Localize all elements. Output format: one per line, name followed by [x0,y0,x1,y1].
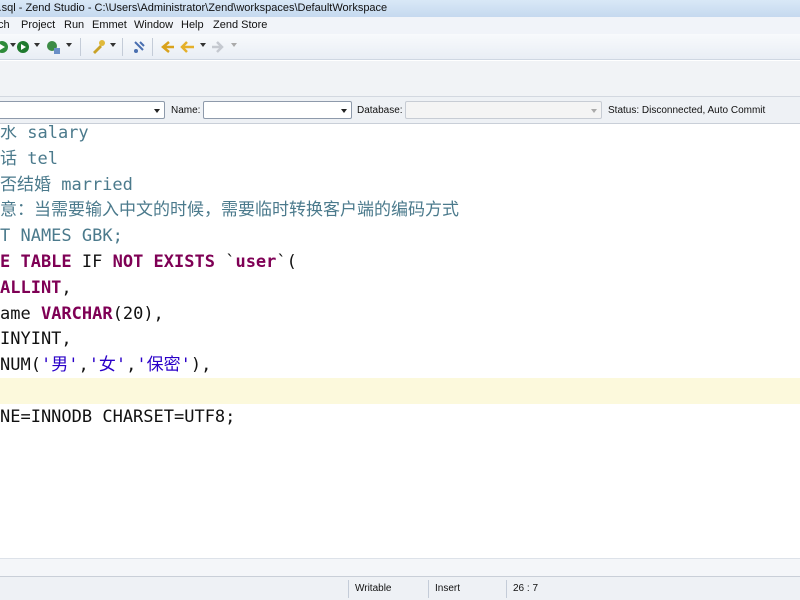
status-cursor-position: 26 : 7 [506,580,596,598]
code-token: ), [190,355,212,376]
code-token: '女' [88,355,127,376]
code-token: NE=INNODB CHARSET=UTF8; [0,406,236,427]
debug-icon[interactable] [15,39,31,55]
sql-connection-bar: Name: Database: Status: Disconnected, Au… [0,97,800,124]
next-dropdown-icon[interactable] [231,43,237,47]
code-token: 意：当需要输入中文的时候，需要临时转换客户端的编码方式 [0,200,459,221]
status-insert-mode: Insert [428,580,506,598]
code-token: '男' [40,355,79,376]
code-token: ame [0,303,41,324]
back-icon[interactable] [160,39,176,55]
code-token: T NAMES GBK; [0,226,123,247]
code-token: , [61,277,72,298]
code-token: IF [71,252,113,272]
menu-zend-store[interactable]: Zend Store [213,17,267,34]
horizontal-scrollbar[interactable] [0,558,800,576]
code-line[interactable]: NUM('男','女','保密'), [0,352,800,378]
tools-icon[interactable] [90,39,106,55]
code-line[interactable]: T NAMES GBK; [0,223,800,249]
code-token: (20), [112,303,164,324]
menu-window[interactable]: Window [134,17,173,34]
code-token: 否结婚 married [0,174,133,195]
code-line[interactable]: 水 salary [0,125,800,146]
code-token: ALLINT [0,277,62,298]
tools-dropdown-icon[interactable] [110,43,116,47]
database-select [405,101,602,119]
menu-project[interactable]: Project [21,17,55,34]
menu-bar: ch Project Run Emmet Window Help Zend St… [0,17,800,34]
code-line[interactable]: 话 tel [0,146,800,172]
main-toolbar [0,34,800,60]
code-line[interactable]: INYINT, [0,326,800,352]
code-token: 话 tel [0,148,58,169]
code-token: user [235,252,277,272]
code-token: , [78,355,89,376]
name-label: Name: [171,105,201,116]
menu-run[interactable]: Run [64,17,84,34]
next-icon[interactable] [210,39,226,55]
sql-editor[interactable]: 水 salary 话 tel 否结婚 married 意：当需要输入中文的时候，需要临… [0,125,800,558]
code-line[interactable]: E TABLE IF NOT EXISTS `user`( [0,249,800,275]
pin-icon[interactable] [131,39,147,55]
window-title-bar: st.sql - Zend Studio - C:\Users\Administ… [0,0,800,17]
debug-dropdown-icon[interactable] [34,43,40,47]
name-select[interactable] [203,101,352,119]
run-icon[interactable] [0,39,10,55]
code-token: ` [214,252,236,272]
code-token: , [126,355,137,376]
status-bar: Writable Insert 26 : 7 [0,576,800,600]
forward-nav-icon[interactable] [180,39,196,55]
menu-search[interactable]: ch [0,17,10,34]
editor-tab-area [0,61,800,97]
menu-help[interactable]: Help [181,17,204,34]
menu-emmet[interactable]: Emmet [92,17,127,34]
connection-profile-select[interactable] [0,101,165,119]
code-line[interactable]: NE=INNODB CHARSET=UTF8; [0,404,800,430]
code-token: VARCHAR [40,303,113,324]
code-line[interactable]: ame VARCHAR(20), [0,301,800,327]
code-line[interactable]: 否结婚 married [0,172,800,198]
profile-icon[interactable] [45,39,61,55]
code-token: INYINT, [0,329,72,350]
current-code-line[interactable] [0,378,800,404]
code-line[interactable]: 意：当需要输入中文的时候，需要临时转换客户端的编码方式 [0,197,800,223]
code-token: E TABLE [0,252,72,272]
code-token: NOT EXISTS [112,252,215,272]
code-token: 水 salary [0,125,89,143]
window-title: st.sql - Zend Studio - C:\Users\Administ… [0,2,388,14]
connection-status: Status: Disconnected, Auto Commit [608,105,766,116]
code-token: `( [276,252,297,272]
profile-dropdown-icon[interactable] [66,43,72,47]
status-writable: Writable [348,580,428,598]
code-token: NUM( [0,355,41,376]
history-dropdown-icon[interactable] [200,43,206,47]
database-label: Database: [357,105,403,116]
code-line[interactable]: ALLINT, [0,275,800,301]
code-token: '保密' [136,355,191,376]
